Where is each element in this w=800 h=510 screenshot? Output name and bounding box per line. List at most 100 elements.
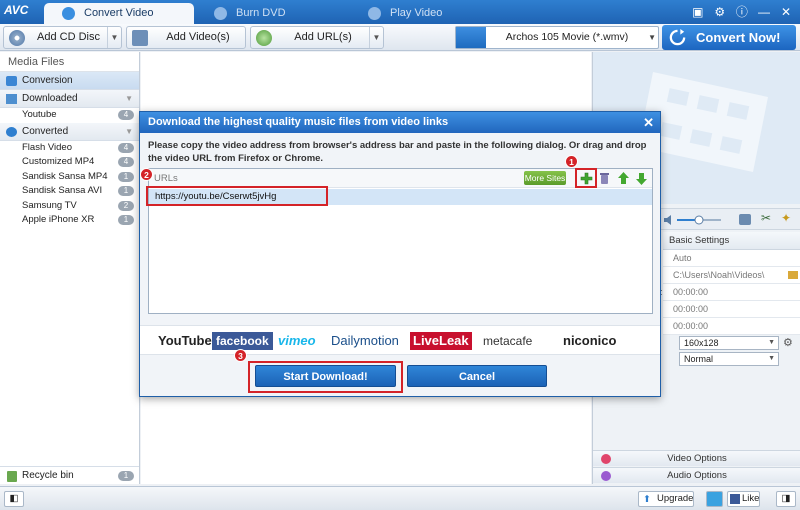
sidebar-item-recycle-bin[interactable]: Recycle bin 1 — [0, 466, 139, 484]
magic-wand-icon[interactable]: ✦ — [781, 211, 791, 225]
add-videos-button[interactable]: Add Video(s) — [126, 26, 246, 49]
sidebar-item-converted[interactable]: Converted ▼ — [0, 122, 139, 141]
start-download-button[interactable]: Start Download! — [255, 365, 396, 387]
tab-label: Play Video — [390, 7, 443, 19]
info-icon[interactable]: ⓘ — [734, 4, 750, 20]
gear-icon[interactable]: ⚙ — [783, 336, 793, 349]
list-item[interactable]: Flash Video 4 — [0, 141, 139, 156]
chevron-down-icon: ▼ — [648, 33, 656, 42]
vimeo-logo: vimeo — [278, 333, 316, 349]
option-label: Video Options — [667, 453, 727, 464]
chevron-down-icon[interactable]: ▼ — [369, 27, 383, 48]
list-item[interactable]: Samsung TV 2 — [0, 199, 139, 214]
toggle-right-panel-icon[interactable]: ◨ — [776, 491, 796, 507]
video-size-select[interactable]: 160x128 ▼ — [679, 336, 779, 350]
tab-play-video[interactable]: Play Video — [350, 3, 500, 24]
dailymotion-logo: Dailymotion — [331, 333, 399, 349]
add-urls-button[interactable]: Add URL(s) ▼ — [250, 26, 384, 49]
sidebar-label: Downloaded — [22, 93, 78, 104]
output-profile-select[interactable]: Archos 105 Movie (*.wmv) ▼ — [455, 26, 659, 49]
scissors-icon[interactable]: ✂ — [761, 211, 771, 225]
sidebar-label: Converted — [22, 125, 69, 137]
burn-dvd-icon — [214, 7, 227, 20]
sidebar-item-conversion[interactable]: Conversion — [0, 72, 139, 90]
facebook-icon — [730, 494, 740, 504]
skin-icon[interactable]: ▣ — [690, 4, 706, 20]
settings-row[interactable]: e: 00:00:00 — [655, 284, 800, 301]
setting-value: 00:00:00 — [673, 287, 709, 297]
item-name: Customized MP4 — [22, 156, 95, 167]
snapshot-icon[interactable] — [739, 214, 751, 225]
close-icon[interactable]: ✕ — [643, 112, 654, 133]
item-name: Samsung TV — [22, 199, 77, 211]
metacafe-logo: metacafe — [483, 333, 532, 349]
logo-text: LiveLeak — [413, 333, 469, 348]
youtube-logo: YouTube — [158, 333, 212, 349]
conversion-icon — [6, 76, 17, 86]
close-icon[interactable]: ✕ — [778, 4, 794, 20]
film-add-icon — [132, 30, 148, 46]
option-label: Audio Options — [667, 470, 727, 481]
item-name: Sandisk Sansa MP4 — [22, 170, 108, 182]
settings-row[interactable]: 00:00:00 — [663, 301, 800, 318]
upgrade-button[interactable]: ⬆ Upgrade — [638, 491, 694, 507]
download-icon — [6, 94, 17, 104]
audio-options-row[interactable]: Audio Options — [593, 467, 800, 483]
globe-add-icon — [256, 30, 272, 46]
list-item[interactable]: Sandisk Sansa MP4 1 — [0, 170, 139, 185]
volume-slider[interactable] — [663, 213, 725, 227]
count-badge: 2 — [118, 200, 134, 211]
select-value: Normal — [684, 354, 714, 364]
title-bar: AVC Convert Video Burn DVD Play Video ▣ … — [0, 0, 800, 24]
basic-settings-header[interactable]: Basic Settings — [663, 232, 800, 250]
settings-gear-icon[interactable]: ⚙ — [712, 4, 728, 20]
twitter-icon[interactable] — [706, 491, 723, 507]
media-files-panel: Media Files Conversion Downloaded ▼ Yout… — [0, 52, 140, 484]
folder-icon[interactable] — [788, 271, 798, 279]
toggle-left-panel-icon[interactable]: ◧ — [4, 491, 24, 507]
video-options-icon — [601, 454, 611, 464]
video-profile-icon — [456, 27, 486, 48]
more-sites-button[interactable]: More Sites — [524, 171, 566, 185]
setting-value: 00:00:00 — [673, 321, 709, 331]
sidebar-label: Recycle bin — [22, 470, 74, 481]
audio-options-icon — [601, 471, 611, 481]
chevron-down-icon: ▼ — [768, 339, 775, 346]
add-cd-disc-button[interactable]: Add CD Disc ▼ — [3, 26, 122, 49]
chevron-down-icon: ▼ — [125, 126, 133, 136]
logo-text: niconico — [563, 333, 617, 348]
select-value: 160x128 — [684, 338, 719, 348]
tab-burn-dvd[interactable]: Burn DVD — [196, 3, 346, 24]
facebook-like-button[interactable]: Like — [727, 491, 760, 507]
list-item[interactable]: Youtube 4 — [0, 108, 139, 123]
convert-now-button[interactable]: Convert Now! — [662, 25, 796, 50]
item-name: Flash Video — [22, 141, 72, 153]
upgrade-label: Upgrade — [657, 493, 694, 504]
settings-row[interactable]: C:\Users\Noah\Videos\ — [663, 267, 800, 284]
list-item[interactable]: Sandisk Sansa AVI 1 — [0, 184, 139, 199]
minimize-icon[interactable]: — — [756, 4, 772, 20]
convert-label: Convert Now! — [696, 30, 781, 45]
move-up-icon[interactable] — [616, 171, 631, 186]
delete-icon[interactable] — [597, 171, 612, 186]
cancel-button[interactable]: Cancel — [407, 365, 547, 387]
sidebar-item-downloaded[interactable]: Downloaded ▼ — [0, 90, 139, 108]
chevron-down-icon[interactable]: ▼ — [107, 27, 121, 48]
count-badge: 1 — [118, 171, 134, 182]
settings-row[interactable]: 00:00:00 — [663, 318, 800, 335]
list-item[interactable]: Customized MP4 4 — [0, 155, 139, 170]
step-marker-1: 1 — [565, 155, 578, 168]
setting-value: Auto — [673, 253, 692, 263]
tab-convert-video[interactable]: Convert Video — [44, 3, 194, 24]
video-options-row[interactable]: Video Options — [593, 450, 800, 466]
move-down-icon[interactable] — [634, 171, 649, 186]
app-logo: AVC — [4, 3, 29, 17]
supported-sites-logos: YouTube facebook vimeo Dailymotion LiveL… — [140, 325, 660, 355]
settings-row[interactable]: Auto — [663, 250, 800, 267]
list-item[interactable]: Apple iPhone XR 1 — [0, 213, 139, 228]
annotation-box-add — [575, 168, 597, 188]
video-quality-select[interactable]: Normal ▼ — [679, 352, 779, 366]
logo-text: vimeo — [278, 333, 316, 348]
step-marker-3: 3 — [234, 349, 247, 362]
converted-icon — [6, 126, 17, 137]
